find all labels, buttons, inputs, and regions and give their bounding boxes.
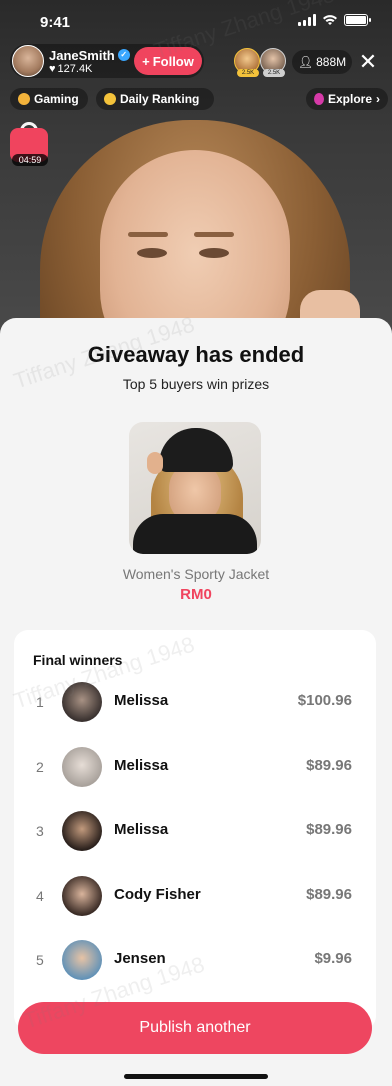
viewer-count: 888M [316, 55, 347, 69]
winner-amount: $100.96 [297, 692, 352, 709]
winner-name: Cody Fisher [114, 886, 201, 903]
winner-rank: 3 [36, 823, 44, 839]
streamer-brow-left [128, 232, 168, 237]
winner-row[interactable]: 2 Melissa $89.96 [14, 743, 376, 793]
status-bar: 9:41 [0, 0, 392, 44]
status-icons [298, 14, 371, 26]
winner-avatar [62, 811, 102, 851]
winners-title: Final winners [33, 652, 123, 668]
gaming-icon [18, 93, 30, 105]
winner-name: Jensen [114, 950, 166, 967]
viewer-avatar[interactable]: 2.5K [260, 48, 286, 77]
host-avatar[interactable] [12, 45, 44, 77]
winner-amount: $89.96 [306, 821, 352, 838]
winner-name: Melissa [114, 692, 169, 709]
winner-rank: 2 [36, 759, 44, 775]
tag-explore[interactable]: Explore › [306, 88, 388, 110]
winner-amount: $9.96 [314, 950, 352, 967]
publish-another-button[interactable]: Publish another [18, 1002, 372, 1054]
battery-icon [344, 14, 371, 26]
tag-gaming[interactable]: Gaming [10, 88, 88, 110]
host-name: JaneSmith [49, 47, 115, 63]
winner-avatar [62, 876, 102, 916]
streamer-eye-left [137, 248, 167, 258]
product-name: Women's Sporty Jacket [122, 566, 270, 582]
shopping-bag-button[interactable]: 04:59 [10, 122, 50, 168]
top-viewers[interactable]: 2.5K 2.5K [234, 48, 286, 77]
giveaway-sheet: Giveaway has ended Top 5 buyers win priz… [0, 318, 392, 1086]
winner-row[interactable]: 1 Melissa $100.96 [14, 678, 376, 728]
winner-avatar [62, 940, 102, 980]
host-info: JaneSmith ✓ ♥ 127.4K [49, 48, 130, 75]
host-likes-row: ♥ 127.4K [49, 63, 130, 75]
person-icon: 👤︎ [297, 55, 314, 69]
host-name-row: JaneSmith ✓ [49, 48, 130, 63]
product-price: RM0 [180, 586, 212, 603]
heart-icon: ♥ [49, 62, 56, 75]
winners-card: Final winners 1 Melissa $100.96 2 Meliss… [14, 630, 376, 1030]
sheet-subtitle: Top 5 buyers win prizes [122, 376, 270, 392]
winner-rank: 1 [36, 694, 44, 710]
chevron-right-icon: › [376, 92, 380, 106]
winner-amount: $89.96 [306, 757, 352, 774]
tag-label: Daily Ranking [120, 92, 200, 106]
explore-icon [314, 93, 324, 105]
status-time: 9:41 [40, 14, 71, 31]
signal-icon [298, 14, 316, 26]
host-likes: 127.4K [57, 62, 93, 75]
viewer-badge: 2.5K [263, 69, 285, 77]
winner-row[interactable]: 5 Jensen $9.96 [14, 936, 376, 986]
viewer-avatar[interactable]: 2.5K [234, 48, 260, 77]
flame-icon [104, 93, 116, 105]
host-pill[interactable]: JaneSmith ✓ ♥ 127.4K + Follow [10, 44, 204, 78]
streamer-face [100, 150, 290, 340]
winner-avatar [62, 747, 102, 787]
wifi-icon [323, 15, 337, 25]
viewer-count-pill[interactable]: 👤︎ 888M [292, 50, 352, 74]
viewer-badge: 2.5K [237, 69, 259, 77]
winner-rank: 4 [36, 888, 44, 904]
close-icon[interactable]: ✕ [356, 50, 380, 74]
winner-name: Melissa [114, 821, 169, 838]
product-model-hand [147, 452, 163, 474]
streamer-eye-right [199, 248, 229, 258]
product-model-beanie [159, 428, 233, 472]
sheet-title: Giveaway has ended [87, 342, 305, 367]
live-stream-screen: 9:41 JaneSmith ✓ ♥ 127.4K + Follow 2.5K … [0, 0, 392, 1086]
bag-timer: 04:59 [12, 154, 48, 166]
product-model-jacket [133, 514, 257, 554]
winner-amount: $89.96 [306, 886, 352, 903]
tag-daily-ranking[interactable]: Daily Ranking [96, 88, 214, 110]
follow-button[interactable]: + Follow [134, 47, 202, 75]
verified-icon: ✓ [117, 49, 130, 61]
winner-name: Melissa [114, 757, 169, 774]
tag-label: Explore [327, 92, 372, 106]
plus-icon: + [142, 53, 150, 69]
winner-row[interactable]: 4 Cody Fisher $89.96 [14, 872, 376, 922]
product-image[interactable] [129, 422, 261, 554]
follow-label: Follow [152, 53, 194, 69]
home-indicator [124, 1074, 268, 1079]
winner-rank: 5 [36, 952, 44, 968]
winner-row[interactable]: 3 Melissa $89.96 [14, 807, 376, 857]
winner-avatar [62, 682, 102, 722]
tag-row: Gaming Daily Ranking Explore › [10, 88, 388, 110]
tag-label: Gaming [34, 92, 79, 106]
streamer-brow-right [194, 232, 234, 237]
